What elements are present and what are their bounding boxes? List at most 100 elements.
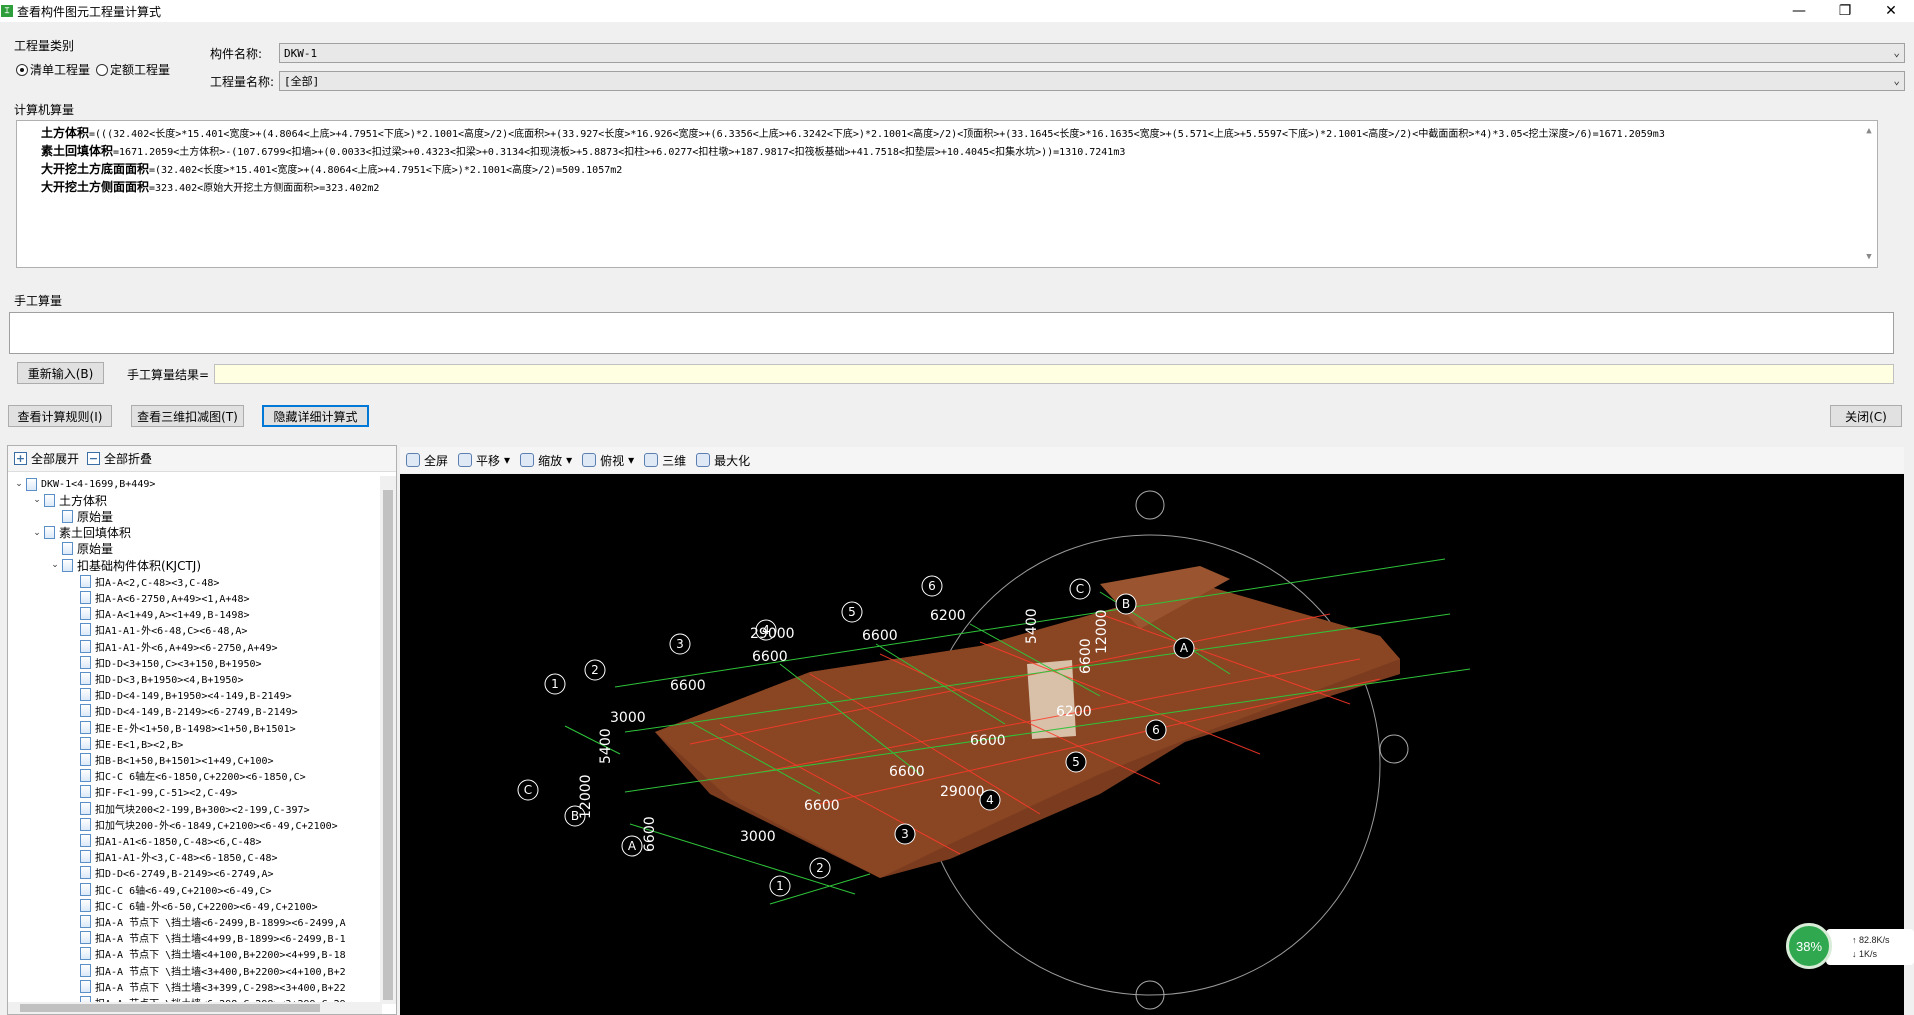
expand-chevron-icon[interactable]: ⌄ — [48, 560, 62, 570]
expand-chevron-icon[interactable]: ⌄ — [12, 479, 26, 489]
tree-node[interactable]: 原始量 — [48, 541, 113, 557]
tree-view[interactable]: ⌄ DKW-1<4-1699,B+449> ⌄ 土方体积 原始量 ⌄ 素土回填体积 原始量 ⌄ 扣… — [8, 476, 382, 1006]
tree-node[interactable]: ⌄ DKW-1<4-1699,B+449> — [12, 476, 155, 492]
tree-node[interactable]: 扣A-A<6-2750,A+49><1,A+48> — [66, 589, 250, 605]
radio-quota-quantity[interactable]: 定额工程量 — [96, 61, 170, 78]
zoom-button[interactable]: 缩放 ▾ — [520, 452, 572, 469]
document-icon — [80, 931, 91, 945]
tree-node-label: 扣A-A<1+49,A><1+49,B-1498> — [95, 610, 250, 622]
radio-bill-quantity[interactable]: 清单工程量 — [16, 61, 90, 78]
tree-node[interactable]: 扣D-D<3+150,C><3+150,B+1950> — [66, 654, 262, 670]
tree-node[interactable]: 扣F-F<1-99,C-51><2,C-49> — [66, 784, 237, 800]
tree-node[interactable]: 扣D-D<4-149,B-2149><6-2749,B-2149> — [66, 703, 298, 719]
pan-button[interactable]: 平移 ▾ — [458, 452, 510, 469]
3d-button[interactable]: 三维 — [644, 452, 686, 469]
tree-node[interactable]: 扣E-E<1,B><2,B> — [66, 735, 183, 751]
scroll-down-icon[interactable]: ▼ — [1863, 249, 1875, 265]
tree-node[interactable]: 扣A-A 节点下 \挡土墙<3+400,B+2200><4+100,B+2 — [66, 962, 346, 978]
tree-node[interactable]: 扣A1-A1<6-1850,C-48><6,C-48> — [66, 832, 262, 848]
close-window-button[interactable]: ✕ — [1868, 0, 1914, 22]
computer-calc-textbox[interactable]: 土方体积=(((32.402<长度>*15.401<宽度>+(4.8064<上底… — [16, 120, 1878, 268]
component-name-select[interactable]: DKW-1 ⌄ — [279, 43, 1905, 63]
tree-node[interactable]: 扣A-A<2,C-48><3,C-48> — [66, 573, 219, 589]
minimize-button[interactable]: — — [1776, 0, 1822, 22]
tree-node[interactable]: 扣A1-A1-外<6,A+49><6-2750,A+49> — [66, 638, 278, 654]
svg-text:6: 6 — [1152, 723, 1160, 737]
network-monitor-widget[interactable]: 38% ↑ 82.8K/s ↓ 1K/s — [1786, 923, 1914, 971]
scroll-up-icon[interactable]: ▲ — [1863, 123, 1875, 139]
tree-node[interactable]: 扣A-A 节点下 \挡土墙<6-2499,B-1899><6-2499,A — [66, 913, 346, 929]
tree-node[interactable]: 扣D-D<3,B+1950><4,B+1950> — [66, 670, 243, 686]
tree-node-label: 扣C-C 6轴<6-49,C+2100><6-49,C> — [95, 885, 272, 897]
download-speed-value: 1K/s — [1859, 949, 1878, 959]
tree-node[interactable]: 扣C-C 6轴-外<6-50,C+2200><6-49,C+2100> — [66, 897, 318, 913]
view-rules-button[interactable]: 查看计算规则(I) — [8, 405, 112, 427]
tree-node[interactable]: 扣A-A 节点下 \挡土墙<3+399,C-298><3+400,B+22 — [66, 978, 346, 994]
tree-node[interactable]: 扣C-C 6轴左<6-1850,C+2200><6-1850,C> — [66, 768, 306, 784]
tree-node-label: 扣A-A 节点下 \挡土墙<6-2499,B-1899><6-2499,A — [95, 917, 346, 929]
tree-node-label: 素土回填体积 — [59, 526, 132, 541]
collapse-all-button[interactable]: − 全部折叠 — [87, 450, 152, 467]
scroll-thumb[interactable] — [383, 490, 393, 1000]
close-button[interactable]: 关闭(C) — [1830, 405, 1902, 427]
tree-node[interactable]: 扣D-D<6-2749,B-2149><6-2749,A> — [66, 865, 274, 881]
top-view-button[interactable]: 俯视 ▾ — [582, 452, 634, 469]
tree-node[interactable]: 扣E-E-外<1+50,B-1498><1+50,B+1501> — [66, 719, 296, 735]
expand-all-button[interactable]: + 全部展开 — [14, 450, 79, 467]
document-icon — [80, 817, 91, 831]
tree-node[interactable]: ⌄ 素土回填体积 — [30, 525, 131, 541]
tree-node-label: 扣D-D<6-2749,B-2149><6-2749,A> — [95, 869, 274, 881]
tree-vertical-scrollbar[interactable] — [380, 476, 396, 1004]
tree-node-label: 扣E-E<1,B><2,B> — [95, 739, 184, 751]
tree-node[interactable]: ⌄ 扣基础构件体积(KJCTJ) — [48, 557, 201, 573]
svg-text:1: 1 — [776, 879, 784, 893]
3d-viewport[interactable]: 1 2 3 4 5 6 A B C 1 2 3 4 5 6 A B C 2900… — [400, 474, 1904, 1015]
tree-node[interactable]: 扣A-A 节点下 \挡土墙<4+99,B-1899><6-2499,B-1 — [66, 930, 346, 946]
view-3d-deduction-button[interactable]: 查看三维扣减图(T) — [131, 405, 244, 427]
calc-scrollbar[interactable]: ▲ ▼ — [1863, 123, 1875, 265]
document-icon — [80, 639, 91, 653]
manual-calc-input[interactable] — [9, 312, 1894, 354]
quantity-name-label: 工程量名称: — [210, 75, 275, 89]
tree-node[interactable]: 扣A1-A1-外<3,C-48><6-1850,C-48> — [66, 849, 278, 865]
svg-text:C: C — [1076, 582, 1084, 596]
scroll-thumb[interactable] — [20, 1004, 320, 1012]
expand-chevron-icon[interactable]: ⌄ — [30, 528, 44, 538]
tree-node[interactable]: 扣A-A 节点下 \挡土墙<4+100,B+2200><4+99,B-18 — [66, 946, 346, 962]
tree-node-label: 扣D-D<4-149,B-2149><6-2749,B-2149> — [95, 707, 298, 719]
orbit-handle[interactable] — [1379, 734, 1409, 764]
tree-node[interactable]: 扣A1-A1-外<6-48,C><6-48,A> — [66, 622, 247, 638]
expand-all-label: 全部展开 — [31, 452, 80, 466]
radio-dot-selected[interactable] — [16, 63, 28, 76]
svg-text:3000: 3000 — [610, 710, 646, 726]
svg-text:5: 5 — [848, 605, 856, 619]
3d-scene[interactable]: 1 2 3 4 5 6 A B C 1 2 3 4 5 6 A B C 2900… — [400, 474, 1904, 1015]
tree-node[interactable]: ⌄ 土方体积 — [30, 492, 107, 508]
tree-node[interactable]: 扣A-A<1+49,A><1+49,B-1498> — [66, 606, 250, 622]
tree-node[interactable]: 扣B-B<1+50,B+1501><1+49,C+100> — [66, 751, 274, 767]
svg-text:B: B — [1122, 597, 1130, 611]
restore-button[interactable]: ❐ — [1822, 0, 1868, 22]
hide-formula-button[interactable]: 隐藏详细计算式 — [262, 405, 369, 427]
maximize-view-button[interactable]: 最大化 — [696, 452, 750, 469]
orbit-handle[interactable] — [1135, 490, 1165, 520]
cpu-usage-badge[interactable]: 38% — [1786, 923, 1832, 969]
manual-result-field[interactable] — [214, 364, 1894, 384]
tree-node[interactable]: 扣C-C 6轴<6-49,C+2100><6-49,C> — [66, 881, 272, 897]
expand-chevron-icon[interactable]: ⌄ — [30, 495, 44, 505]
tree-node[interactable]: 扣D-D<4-149,B+1950><4-149,B-2149> — [66, 687, 292, 703]
calc-line-formula: =323.402<原始大开挖土方侧面面积>=323.402m2 — [149, 183, 380, 194]
zoom-extents-icon — [406, 453, 420, 467]
tree-node-label: 扣A-A 节点下 \挡土墙<3+400,B+2200><4+100,B+2 — [95, 966, 346, 978]
reinput-button[interactable]: 重新输入(B) — [17, 362, 104, 384]
quantity-type-options: 清单工程量 定额工程量 — [16, 61, 170, 78]
fullscreen-button[interactable]: 全屏 — [406, 452, 448, 469]
tree-node[interactable]: 扣加气块200-外<6-1849,C+2100><6-49,C+2100> — [66, 816, 338, 832]
svg-text:2: 2 — [816, 861, 824, 875]
tree-node[interactable]: 扣加气块200<2-199,B+300><2-199,C-397> — [66, 800, 310, 816]
radio-dot[interactable] — [96, 63, 109, 76]
tree-horizontal-scrollbar[interactable] — [8, 1002, 382, 1014]
tree-node[interactable]: 原始量 — [48, 508, 113, 524]
quantity-name-select[interactable]: [全部] ⌄ — [279, 71, 1905, 91]
calc-line-name: 素土回填体积 — [41, 144, 114, 158]
